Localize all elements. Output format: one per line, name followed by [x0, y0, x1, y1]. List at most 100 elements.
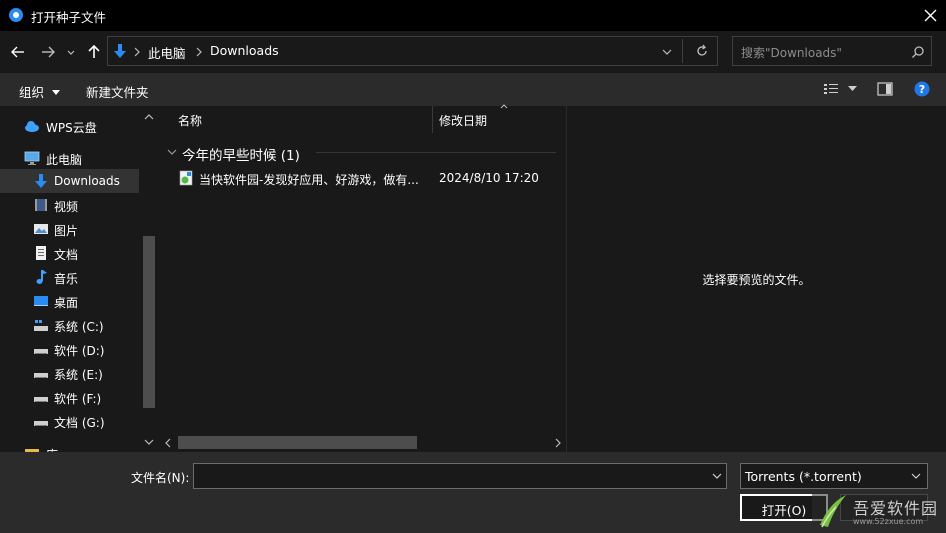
group-divider: [316, 152, 556, 153]
app-logo-icon: [9, 8, 23, 22]
sidebar-item-drive-d[interactable]: 软件 (D:): [0, 337, 139, 361]
filename-label: 文件名(N):: [131, 471, 190, 485]
sidebar-item-label: 软件 (D:): [54, 344, 105, 358]
preview-pane-icon[interactable]: [877, 82, 893, 96]
sidebar-scrollbar-thumb[interactable]: [143, 236, 155, 408]
chevron-right-icon: [196, 47, 202, 57]
sidebar-item-label: 音乐: [54, 272, 79, 286]
sidebar-item-downloads[interactable]: Downloads: [0, 169, 139, 193]
sort-caret-up-icon: [500, 104, 508, 109]
sidebar-item-label: 图片: [54, 224, 79, 238]
address-divider: [682, 39, 683, 63]
arrow-left-icon: [11, 46, 24, 58]
group-header[interactable]: 今年的早些时候 (1): [182, 144, 300, 164]
computer-icon: [24, 151, 40, 165]
breadcrumb-this-pc[interactable]: 此电脑: [148, 43, 186, 62]
sidebar-item-label: 此电脑: [46, 153, 83, 167]
sidebar-item-library[interactable]: 库: [0, 441, 139, 452]
caret-down-icon[interactable]: [848, 86, 857, 92]
command-bar: 组织 新建文件夹 ?: [0, 73, 946, 106]
new-folder-button[interactable]: 新建文件夹: [86, 82, 149, 101]
chevron-down-icon[interactable]: [710, 469, 724, 483]
help-icon[interactable]: ?: [914, 81, 930, 97]
file-date: 2024/8/10 17:20: [439, 171, 539, 185]
chevron-down-icon: [67, 50, 75, 55]
sidebar-item-label: 视频: [54, 200, 79, 214]
organize-menu[interactable]: 组织: [19, 82, 60, 101]
music-icon: [36, 270, 47, 284]
svg-text:?: ?: [919, 83, 925, 96]
search-input[interactable]: 搜索"Downloads": [732, 36, 932, 66]
download-arrow-icon: [35, 174, 47, 188]
picture-icon: [34, 224, 48, 234]
forward-button[interactable]: [38, 42, 58, 62]
drive-icon: [34, 349, 48, 354]
sidebar-item-label: 软件 (F:): [54, 392, 102, 406]
sidebar-item-videos[interactable]: 视频: [0, 193, 139, 217]
up-button[interactable]: [84, 42, 104, 62]
sidebar-item-drive-c[interactable]: 系统 (C:): [0, 313, 139, 337]
chevron-down-icon: [911, 473, 921, 479]
sidebar-item-desktop[interactable]: 桌面: [0, 289, 139, 313]
address-bar[interactable]: 此电脑 Downloads: [107, 36, 718, 66]
title-bar: 打开种子文件: [0, 0, 946, 31]
breadcrumb-downloads[interactable]: Downloads: [210, 43, 279, 58]
file-name[interactable]: 当快软件园-发现好应用、好游戏，做有...: [199, 171, 419, 188]
column-divider[interactable]: [432, 106, 433, 133]
desktop-icon: [34, 296, 48, 306]
chevron-down-icon[interactable]: [660, 45, 674, 59]
column-header-date[interactable]: 修改日期: [439, 112, 487, 129]
torrent-file-icon: [179, 170, 193, 186]
open-button-label: 打开(O): [761, 503, 807, 518]
drive-icon: [34, 421, 48, 426]
filename-input[interactable]: [193, 463, 727, 489]
view-details-icon[interactable]: [823, 82, 839, 96]
window-title: 打开种子文件: [31, 10, 107, 25]
scroll-down-icon[interactable]: [143, 437, 155, 447]
navigation-pane: WPS云盘 此电脑 Downloads 视频 图片 文档 音乐 桌面 系统 (C…: [0, 106, 158, 452]
watermark-url: www.52zxue.com: [853, 517, 924, 526]
chevron-right-icon: [134, 47, 140, 57]
back-button[interactable]: [8, 42, 28, 62]
sidebar-item-wps-cloud[interactable]: WPS云盘: [0, 114, 139, 138]
arrow-right-icon: [42, 46, 55, 58]
search-placeholder: 搜索"Downloads": [741, 46, 842, 60]
sidebar-item-label: 文档: [54, 248, 79, 262]
sidebar-item-this-pc[interactable]: 此电脑: [0, 146, 139, 170]
scroll-left-icon[interactable]: [163, 437, 173, 449]
chevron-down-icon[interactable]: [166, 147, 178, 157]
scroll-right-icon[interactable]: [553, 437, 563, 449]
cloud-icon: [25, 121, 39, 132]
watermark-text: 吾爱软件园: [853, 499, 939, 518]
drive-icon: [34, 397, 48, 402]
scroll-up-icon[interactable]: [143, 112, 155, 122]
sidebar-item-drive-g[interactable]: 文档 (G:): [0, 409, 139, 433]
column-header-name[interactable]: 名称: [178, 112, 202, 129]
caret-down-icon: [52, 90, 60, 95]
sidebar-item-drive-e[interactable]: 系统 (E:): [0, 361, 139, 385]
close-icon: [924, 9, 937, 22]
sidebar-item-label: 桌面: [54, 296, 79, 310]
system-drive-icon: [34, 320, 48, 331]
video-icon: [35, 199, 47, 211]
preview-message: 选择要预览的文件。: [702, 273, 811, 287]
library-icon: [25, 449, 39, 452]
refresh-icon[interactable]: [695, 44, 709, 58]
sidebar-item-music[interactable]: 音乐: [0, 265, 139, 289]
preview-pane: 选择要预览的文件。: [567, 106, 946, 452]
document-icon: [36, 246, 46, 260]
drive-icon: [34, 373, 48, 378]
sidebar-item-pictures[interactable]: 图片: [0, 217, 139, 241]
sidebar-item-drive-f[interactable]: 软件 (F:): [0, 385, 139, 409]
arrow-up-icon: [88, 44, 100, 58]
filetype-select[interactable]: Torrents (*.torrent): [740, 463, 928, 489]
sidebar-item-label: 系统 (C:): [54, 320, 104, 334]
horizontal-scrollbar-thumb[interactable]: [178, 436, 417, 449]
sidebar-item-documents[interactable]: 文档: [0, 241, 139, 265]
sidebar-item-label: WPS云盘: [46, 121, 97, 135]
search-icon[interactable]: [911, 45, 925, 59]
filetype-value: Torrents (*.torrent): [745, 469, 862, 484]
download-arrow-icon: [114, 44, 126, 58]
recent-locations-button[interactable]: [64, 42, 78, 62]
close-button[interactable]: [915, 0, 946, 31]
